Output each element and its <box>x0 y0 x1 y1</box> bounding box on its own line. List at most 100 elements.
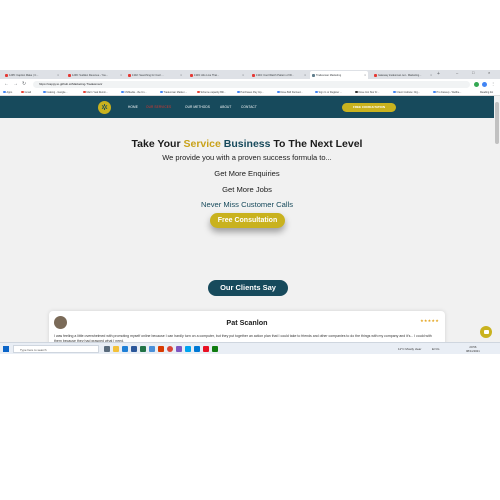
youtube-icon <box>128 73 131 77</box>
bookmark-item[interactable]: Purchases Pay Inp... <box>237 91 264 94</box>
file-explorer-icon[interactable] <box>113 346 119 352</box>
close-icon[interactable]: × <box>242 73 244 77</box>
close-icon[interactable]: × <box>430 73 432 77</box>
browser-tab[interactable]: 1303: Abs Line That... × <box>188 71 246 79</box>
browser-tab-active[interactable]: Tradesman Marketing × <box>310 71 368 79</box>
chat-icon <box>483 330 489 334</box>
screenshot-area: 1295: Caption Make | C... × 1296: Sudden … <box>0 70 500 354</box>
taskbar-clock[interactable]: 20:56 08/11/2021 <box>466 345 480 353</box>
menu-icon[interactable]: ⋮ <box>491 81 495 86</box>
bookmark-icon <box>43 90 46 94</box>
bookmark-item[interactable]: Mal 1 Yeal Remin... <box>83 91 108 94</box>
site-header: ✲ HOME OUR SERVICES OUR METHODS ABOUT CO… <box>0 96 494 118</box>
chrome-icon[interactable] <box>167 346 173 352</box>
gmail-icon <box>21 90 24 94</box>
forward-icon[interactable]: → <box>13 81 18 87</box>
close-window-icon[interactable]: × <box>488 70 490 75</box>
globe-icon <box>374 73 377 77</box>
bookmark-icon <box>237 90 240 94</box>
back-icon[interactable]: ← <box>4 81 9 87</box>
browser-tab[interactable]: 1295: Caption Make | C... × <box>3 71 61 79</box>
youtube-icon <box>190 73 193 77</box>
nav-contact[interactable]: CONTACT <box>241 105 257 109</box>
weather-widget[interactable]: 11°C Mostly clear <box>398 347 421 351</box>
nav-about[interactable]: ABOUT <box>220 105 231 109</box>
globe-icon <box>312 73 315 77</box>
bookmark-icon <box>433 90 436 94</box>
extension-icon[interactable] <box>474 82 479 87</box>
youtube-icon <box>68 73 71 77</box>
taskbar-search-input[interactable]: Type here to search <box>13 345 99 353</box>
star-rating: ★★★★★ <box>420 318 439 323</box>
system-tray-language[interactable]: ENG <box>432 347 440 351</box>
bookmark-icon <box>197 90 200 94</box>
close-icon[interactable]: × <box>120 73 122 77</box>
reload-icon[interactable]: ↻ <box>22 81 26 87</box>
close-icon[interactable]: × <box>364 73 366 77</box>
bookmark-icon <box>277 90 280 94</box>
browser-tab[interactable]: Gateway tradesman.net - Marketing... × <box>372 71 434 79</box>
close-icon[interactable]: × <box>57 73 59 77</box>
url-bar[interactable]: https://cappy.to.github.io/Marketing-Tra… <box>33 81 470 88</box>
free-consultation-nav-button[interactable]: FREE CONSULTATION <box>342 103 396 112</box>
app-icon[interactable] <box>194 346 200 352</box>
maximize-icon[interactable]: □ <box>472 70 474 75</box>
apps-icon <box>3 90 6 94</box>
chat-button[interactable] <box>480 326 492 338</box>
browser-tab[interactable]: 1302: Searching for Cool ... × <box>126 71 184 79</box>
browser-tab[interactable]: 1304: Cool Watch Pattern of W... × <box>250 71 308 79</box>
bookmark-item[interactable]: CNMedia - the Un... <box>121 91 147 94</box>
nav-home[interactable]: HOME <box>128 105 138 109</box>
bookmark-icon <box>83 90 86 94</box>
app-icon[interactable] <box>176 346 182 352</box>
section-heading: Our Clients Say <box>208 280 288 296</box>
free-consultation-button[interactable]: Free Consultation <box>210 213 285 228</box>
bookmark-item[interactable]: Dave Inst Stor Fr... <box>355 91 379 94</box>
testimonial-author: Pat Scanlon <box>226 318 268 327</box>
browser-tab-strip: 1295: Caption Make | C... × 1296: Sudden … <box>0 70 500 79</box>
bookmark-icon <box>160 90 163 94</box>
app-icon[interactable] <box>212 346 218 352</box>
new-tab-icon[interactable]: + <box>437 71 440 77</box>
profile-avatar[interactable] <box>482 82 487 87</box>
hero-subtitle: We provide you with a proven success for… <box>162 153 332 162</box>
bookmark-item[interactable]: Scheme capacity Bill... <box>197 91 226 94</box>
close-icon[interactable]: × <box>304 73 306 77</box>
bookmark-item[interactable]: lmaking - Google... <box>43 91 67 94</box>
bookmark-icon <box>315 90 318 94</box>
address-bar-row: ← → ↻ https://cappy.to.github.io/Marketi… <box>0 79 500 89</box>
bookmark-item[interactable]: Gmail <box>21 91 31 94</box>
bookmark-item[interactable]: Sign In or Register ... <box>315 91 342 94</box>
bookmark-item[interactable]: Tradesman Market ... <box>160 91 187 94</box>
edge-icon[interactable] <box>122 346 128 352</box>
close-icon[interactable]: × <box>180 73 182 77</box>
word-icon[interactable] <box>131 346 137 352</box>
nav-our-methods[interactable]: OUR METHODS <box>185 105 210 109</box>
windows-start-icon[interactable] <box>3 346 9 352</box>
bookmark-item[interactable]: Pro Faceup - Wellbe... <box>433 91 461 94</box>
app-icon[interactable] <box>203 346 209 352</box>
scrollbar-thumb[interactable] <box>495 102 499 144</box>
nav-our-services[interactable]: OUR SERVICES <box>146 105 171 109</box>
bookmark-item[interactable]: Dave Boll Derived... <box>277 91 303 94</box>
minimize-icon[interactable]: – <box>456 70 458 75</box>
powerpoint-icon[interactable] <box>158 346 164 352</box>
bookmark-icon <box>121 90 124 94</box>
reading-list[interactable]: Reading list <box>480 91 493 94</box>
github-icon <box>355 90 358 94</box>
bookmark-icon <box>393 90 396 94</box>
excel-icon[interactable] <box>140 346 146 352</box>
site-logo[interactable]: ✲ <box>98 101 111 114</box>
benefit-enquiries: Get More Enquiries <box>214 169 280 178</box>
app-icon[interactable] <box>185 346 191 352</box>
bookmark-item[interactable]: Apps <box>3 91 12 94</box>
task-view-icon[interactable] <box>104 346 110 352</box>
page-scrollbar[interactable] <box>494 96 500 342</box>
browser-tab[interactable]: 1296: Sudden Revenue - You... × <box>66 71 124 79</box>
bookmark-item[interactable]: Client Institute: Org... <box>393 91 420 94</box>
taskbar: Type here to search 11°C Mostly clear EN… <box>0 342 500 354</box>
app-icon[interactable] <box>149 346 155 352</box>
benefit-jobs: Get More Jobs <box>222 185 272 194</box>
bookmarks-bar: Apps Gmail lmaking - Google... Mal 1 Yea… <box>0 89 500 96</box>
hero-title: Take Your Service Business To The Next L… <box>131 138 363 150</box>
